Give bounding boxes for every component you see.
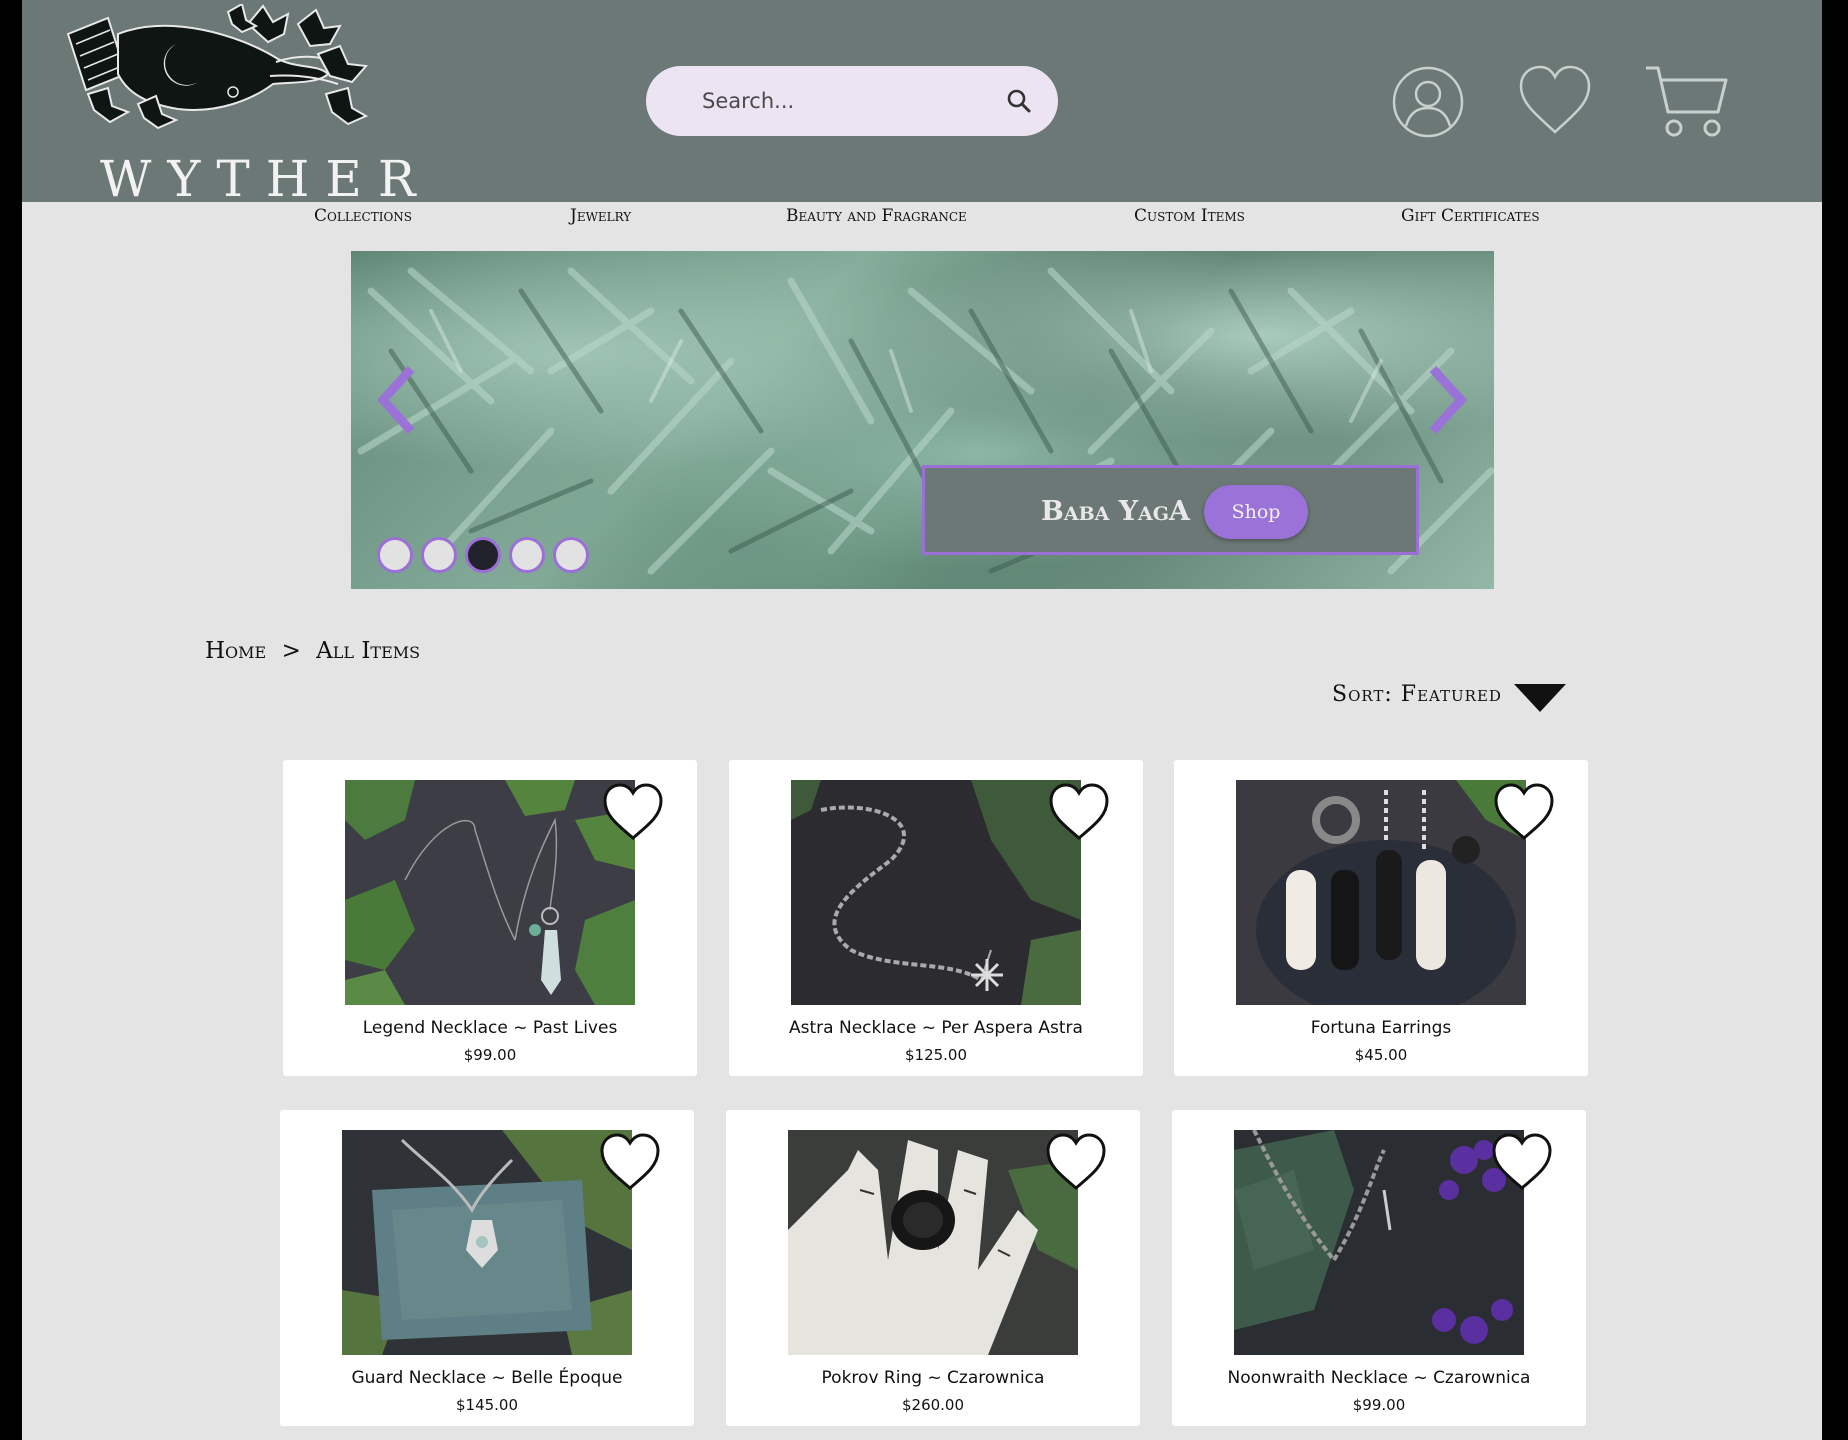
- carousel-dot-5[interactable]: [553, 537, 589, 573]
- nav-item-collections[interactable]: Collections: [314, 206, 412, 226]
- product-photo-guard-necklace: [342, 1130, 632, 1355]
- hero-shop-button[interactable]: Shop: [1204, 485, 1308, 539]
- hand-botanical-logo-icon: [66, 2, 369, 130]
- product-photo-noonwraith-necklace: [1234, 1130, 1524, 1355]
- heart-icon[interactable]: [1518, 64, 1592, 136]
- product-image[interactable]: [342, 1130, 632, 1355]
- cart-icon[interactable]: [1644, 64, 1728, 138]
- search-bar: [646, 66, 1058, 136]
- product-image[interactable]: [788, 1130, 1078, 1355]
- product-card[interactable]: Astra Necklace ~ Per Aspera Astra $125.0…: [729, 760, 1143, 1076]
- product-price: $260.00: [901, 1396, 965, 1414]
- breadcrumb: Home > All Items: [205, 638, 420, 664]
- product-image[interactable]: [1236, 780, 1526, 1005]
- nav-item-beauty-and-fragrance[interactable]: Beauty and Fragrance: [786, 206, 967, 226]
- brand-name: WYTHER: [100, 150, 432, 208]
- chevron-right-icon[interactable]: [1425, 363, 1471, 437]
- product-image[interactable]: [791, 780, 1081, 1005]
- product-card[interactable]: Noonwraith Necklace ~ Czarownica $99.00: [1172, 1110, 1586, 1426]
- carousel-dot-1[interactable]: [377, 537, 413, 573]
- hero-carousel: Baba YagA Shop: [351, 251, 1494, 589]
- product-price: $99.00: [1352, 1396, 1406, 1414]
- heart-icon[interactable]: [601, 782, 665, 842]
- hero-title: Baba YagA: [1041, 496, 1190, 527]
- carousel-dot-2[interactable]: [421, 537, 457, 573]
- breadcrumb-current: All Items: [316, 638, 421, 664]
- product-price: $99.00: [463, 1046, 517, 1064]
- product-name[interactable]: Legend Necklace ~ Past Lives: [283, 1018, 697, 1038]
- product-card[interactable]: Legend Necklace ~ Past Lives $99.00: [283, 760, 697, 1076]
- search-input[interactable]: [702, 66, 982, 136]
- product-name[interactable]: Pokrov Ring ~ Czarownica: [726, 1368, 1140, 1388]
- nav-item-gift-certificates[interactable]: Gift Certificates: [1401, 206, 1540, 226]
- carousel-dot-4[interactable]: [509, 537, 545, 573]
- product-photo-astra-necklace: [791, 780, 1081, 1005]
- heart-icon[interactable]: [1492, 782, 1556, 842]
- hero-caption-panel: Baba YagA Shop: [922, 465, 1419, 555]
- product-name[interactable]: Fortuna Earrings: [1174, 1018, 1588, 1038]
- heart-icon[interactable]: [598, 1132, 662, 1192]
- site-header: WYTHER: [22, 0, 1822, 208]
- heart-icon[interactable]: [1047, 782, 1111, 842]
- product-photo-fortuna-earrings: [1236, 780, 1526, 1005]
- product-price: $125.00: [904, 1046, 968, 1064]
- product-name[interactable]: Astra Necklace ~ Per Aspera Astra: [729, 1018, 1143, 1038]
- breadcrumb-separator: >: [281, 638, 301, 664]
- search-icon[interactable]: [1006, 88, 1032, 114]
- product-card[interactable]: Guard Necklace ~ Belle Époque $145.00: [280, 1110, 694, 1426]
- brand-logo[interactable]: WYTHER: [48, 2, 416, 208]
- product-photo-legend-necklace: [345, 780, 635, 1005]
- page: WYTHER Collections Jewelry Beauty and Fr…: [22, 0, 1822, 1440]
- heart-icon[interactable]: [1044, 1132, 1108, 1192]
- nav-item-custom-items[interactable]: Custom Items: [1134, 206, 1245, 226]
- main-nav: Collections Jewelry Beauty and Fragrance…: [22, 202, 1822, 248]
- product-card[interactable]: Pokrov Ring ~ Czarownica $260.00: [726, 1110, 1140, 1426]
- product-name[interactable]: Guard Necklace ~ Belle Époque: [280, 1368, 694, 1388]
- product-price: $45.00: [1354, 1046, 1408, 1064]
- sort-label: Sort: Featured: [1332, 682, 1502, 707]
- heart-icon[interactable]: [1490, 1132, 1554, 1192]
- chevron-left-icon[interactable]: [373, 363, 419, 437]
- account-icon[interactable]: [1392, 66, 1464, 138]
- product-photo-pokrov-ring: [788, 1130, 1078, 1355]
- product-image[interactable]: [1234, 1130, 1524, 1355]
- breadcrumb-home[interactable]: Home: [205, 638, 266, 664]
- product-price: $145.00: [455, 1396, 519, 1414]
- nav-item-jewelry[interactable]: Jewelry: [570, 206, 631, 226]
- product-image[interactable]: [345, 780, 635, 1005]
- triangle-down-icon: [1514, 684, 1566, 712]
- carousel-dot-3[interactable]: [465, 537, 501, 573]
- product-name[interactable]: Noonwraith Necklace ~ Czarownica: [1172, 1368, 1586, 1388]
- product-card[interactable]: Fortuna Earrings $45.00: [1174, 760, 1588, 1076]
